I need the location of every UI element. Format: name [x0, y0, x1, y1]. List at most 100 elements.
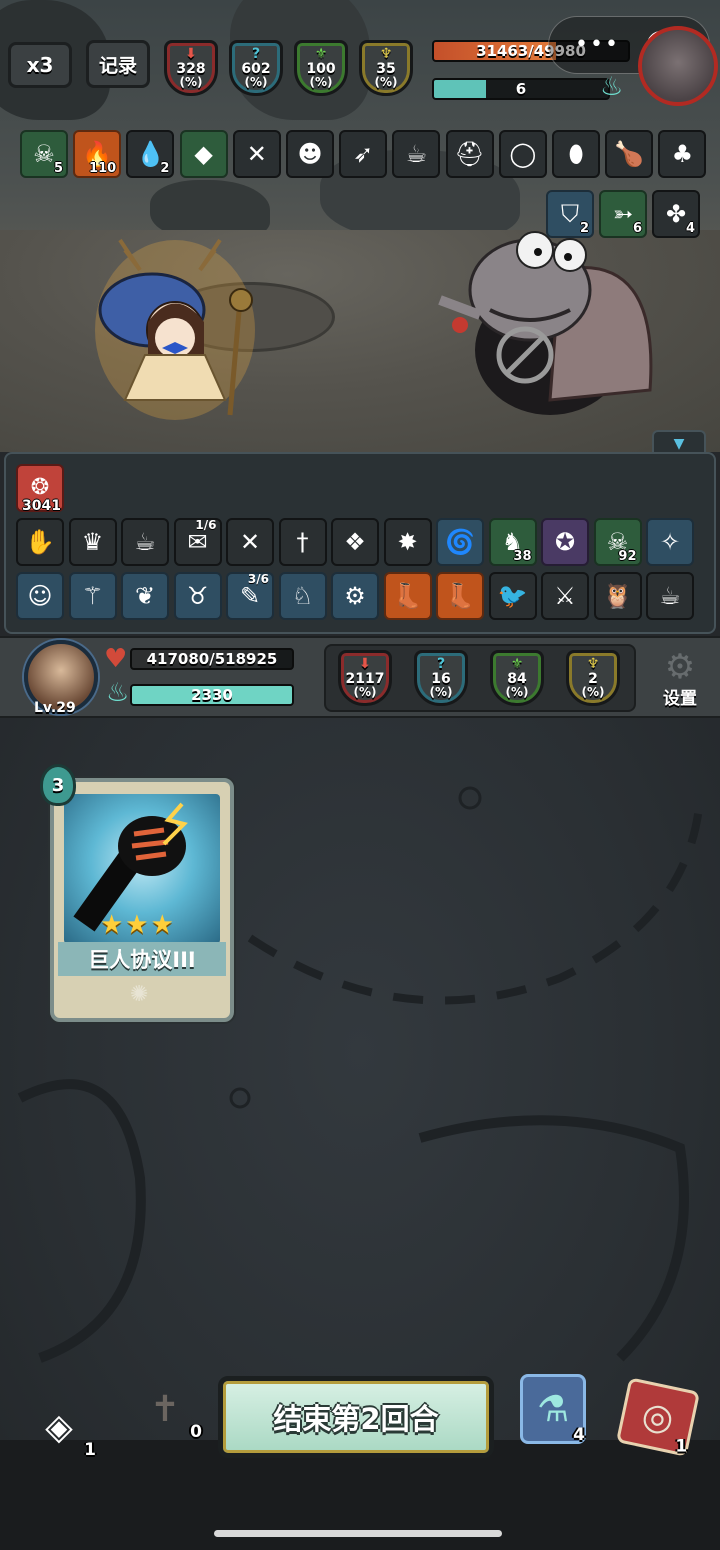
item-slot[interactable]: ♘	[278, 572, 327, 620]
whirlwind-icon: 🌀	[445, 528, 475, 556]
enemy-stat-value: 602	[241, 60, 271, 77]
block-status[interactable]: ❂ 3041	[16, 464, 64, 514]
settings-button[interactable]: ⚙ 设置	[652, 650, 708, 712]
item-slot[interactable]: 🍗	[605, 130, 654, 178]
crown-icon: ♛	[81, 528, 104, 556]
player-stat-value: 16	[431, 670, 451, 687]
dagger-icon: †	[296, 528, 309, 556]
fork-icon: ⚜	[314, 46, 328, 63]
gear-icon[interactable]: ⚙	[652, 650, 708, 684]
item-slot[interactable]: ☕	[392, 130, 441, 178]
player-stat-value: 2117	[345, 670, 385, 687]
item-slot[interactable]: 👢	[436, 572, 484, 620]
enemy-stat-unit: (%)	[309, 75, 333, 90]
enemy-stat-blue: ? 602 (%)	[229, 40, 283, 96]
draw-pile[interactable]: ◈ 1	[24, 1398, 96, 1461]
item-slot[interactable]: ➳ 6	[599, 190, 647, 238]
firework-icon: ✸	[397, 528, 418, 556]
helmet-icon: ⛑	[454, 140, 485, 168]
item-slot[interactable]: ☺	[16, 572, 64, 620]
knight-helmet-icon: ⚔	[554, 582, 576, 610]
teacup-icon: ☕	[659, 582, 681, 610]
item-slot[interactable]: ⛑	[445, 130, 494, 178]
mushroom-icon: ♣	[671, 140, 694, 168]
item-slot[interactable]: ✕	[232, 130, 281, 178]
leaf-icon: ❦	[134, 582, 156, 610]
item-slot[interactable]: ◆	[179, 130, 228, 178]
item-slot[interactable]: ☻	[286, 130, 334, 178]
item-slot[interactable]: ☕	[646, 572, 694, 620]
crossbow-icon: ✕	[246, 140, 267, 168]
enemy-stat-value: 35	[376, 60, 396, 77]
speed-button[interactable]: x3	[8, 42, 72, 88]
scroll-icon: ✉	[187, 528, 208, 556]
end-turn-button[interactable]: 结束第2回合	[218, 1376, 494, 1458]
hero-character	[95, 238, 255, 420]
item-slot[interactable]: ⚔	[541, 572, 589, 620]
boot-icon: 👢	[445, 582, 475, 610]
item-slot[interactable]: ♞ 38	[488, 518, 537, 566]
item-slot[interactable]: ☠ 5	[20, 130, 68, 178]
item-slot[interactable]: 🦉	[593, 572, 642, 620]
item-slot[interactable]: 💧 2	[126, 130, 175, 178]
discard-count: 1	[675, 1436, 688, 1457]
item-slot[interactable]: ◯	[498, 130, 547, 178]
slot-count: 4	[685, 221, 695, 236]
item-slot[interactable]: ✎ 3/6	[226, 572, 274, 620]
potion-slot[interactable]: ⚗ 4	[520, 1374, 586, 1445]
card-cost: 3	[40, 764, 76, 806]
item-slot[interactable]: ✕	[226, 518, 274, 566]
home-indicator[interactable]	[214, 1530, 502, 1537]
owl-icon: 🦉	[602, 582, 633, 610]
item-slot[interactable]: ⚙	[331, 572, 379, 620]
item-slot[interactable]: ✧	[646, 518, 694, 566]
enemy-avatar	[638, 26, 718, 106]
item-slot[interactable]: 🌀	[436, 518, 484, 566]
ring-icon: ◯	[509, 140, 537, 168]
item-slot[interactable]: ⛉ 2	[546, 190, 594, 238]
item-slot[interactable]: ✉ 1/6	[173, 518, 222, 566]
item-slot[interactable]: ❖	[331, 518, 379, 566]
crystal-icon: ❖	[344, 528, 366, 556]
enemy-stat-unit: (%)	[244, 75, 268, 90]
player-hp-bar: 417080/518925	[130, 648, 294, 670]
teacup-icon: ☕	[134, 528, 156, 556]
energy-flame-icon: ♨	[600, 72, 624, 102]
more-dots-icon[interactable]: •••	[575, 32, 620, 57]
item-slot[interactable]: ✤ 4	[652, 190, 700, 238]
block-swirl-icon: ❂	[30, 475, 50, 500]
item-slot[interactable]: 🐦	[488, 572, 537, 620]
burst-icon: ✺	[130, 982, 149, 1007]
item-slot[interactable]: 🔥 110	[73, 130, 122, 178]
record-button[interactable]: 记录	[86, 40, 150, 88]
item-slot[interactable]: ☕	[121, 518, 169, 566]
item-slot[interactable]: 👢	[383, 572, 432, 620]
item-slot[interactable]: ✋	[16, 518, 64, 566]
chevron-down-icon[interactable]: ▼	[674, 436, 685, 452]
gravestone-icon: ✝	[149, 1388, 181, 1430]
skull-icon: ☠	[33, 140, 55, 168]
item-slot[interactable]: ❦	[121, 572, 169, 620]
player-stat-unit: (%)	[429, 685, 453, 700]
item-slot[interactable]: ☠ 92	[593, 518, 642, 566]
gear-icon: ⚙	[344, 582, 366, 610]
item-slot[interactable]: ♣	[658, 130, 707, 178]
heart-icon: ♥	[104, 644, 128, 674]
item-slot[interactable]: ✸	[383, 518, 432, 566]
item-slot[interactable]: ➶	[339, 130, 388, 178]
item-slot[interactable]: †	[278, 518, 327, 566]
player-stat-yellow: ♆ 2 (%)	[566, 650, 620, 706]
gem-icon: ◆	[194, 140, 213, 168]
slot-count: 5	[53, 161, 63, 176]
hand-card[interactable]: ★★★ 巨人协议III ✺	[50, 778, 234, 1022]
item-slot[interactable]: ⬮	[552, 130, 600, 178]
potion-count: 4	[573, 1425, 585, 1445]
item-slot[interactable]: ♉	[173, 572, 222, 620]
item-slot[interactable]: ✪	[541, 518, 589, 566]
grave-pile[interactable]: ✝ 0	[130, 1380, 202, 1443]
item-slot[interactable]: ⚚	[68, 572, 117, 620]
item-slot[interactable]: ♛	[68, 518, 117, 566]
crossbow-icon: ✕	[239, 528, 261, 556]
potion-icon: ⚗	[536, 1388, 570, 1430]
face-icon: ☺	[27, 582, 53, 610]
